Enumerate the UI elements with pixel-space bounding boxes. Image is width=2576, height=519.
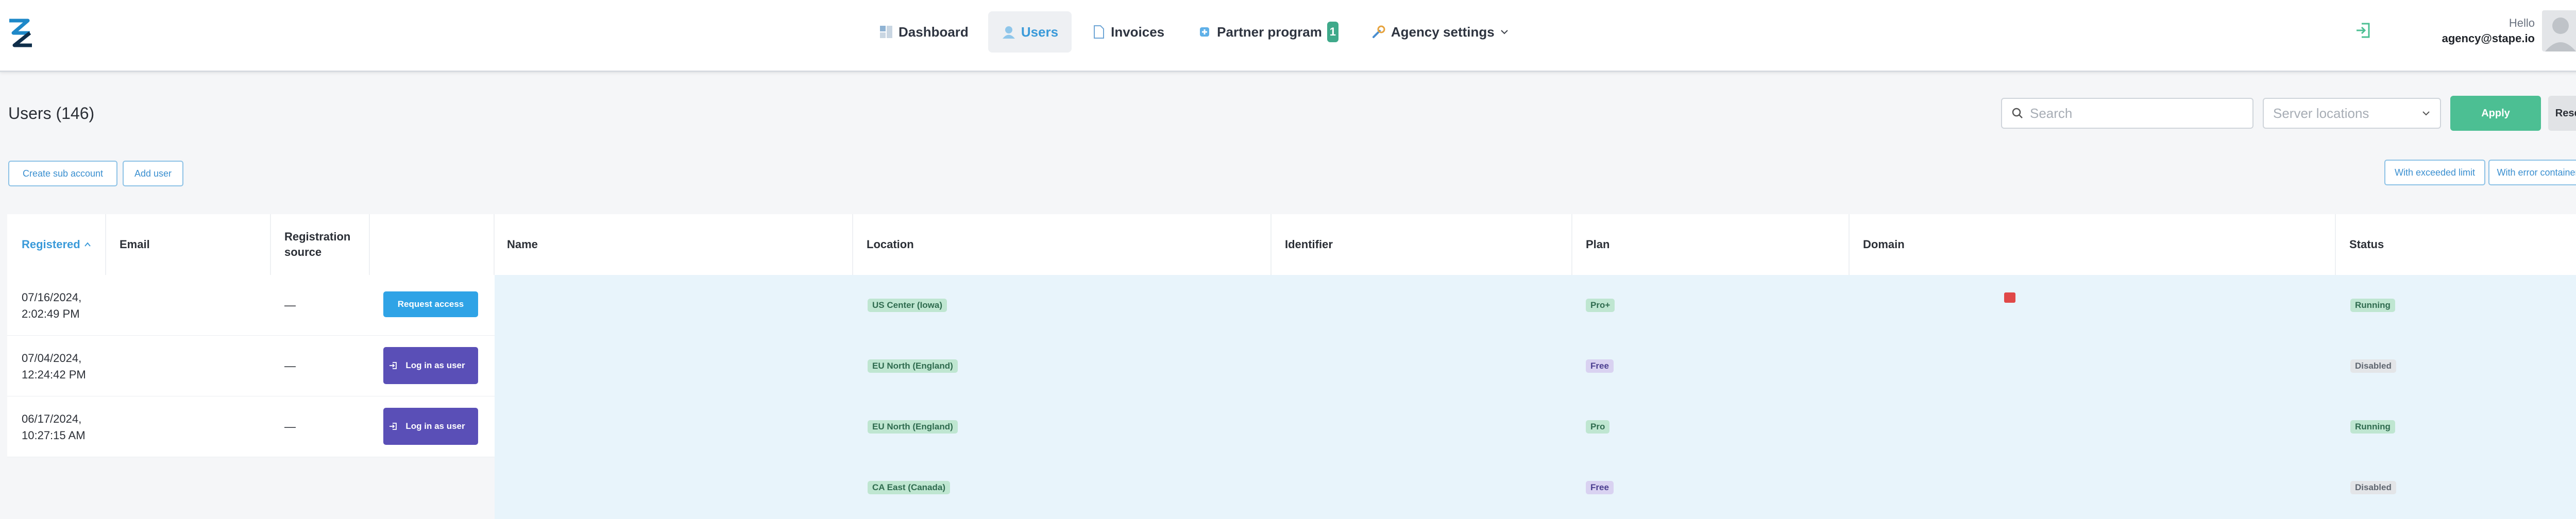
col-email: Email <box>120 238 150 251</box>
location-badge: CA East (Canada) <box>868 481 951 494</box>
user-email[interactable]: agency@stape.io <box>2442 32 2535 45</box>
nav-dashboard[interactable]: Dashboard <box>866 11 982 53</box>
location-badge: EU North (England) <box>868 359 958 373</box>
col-registered[interactable]: Registered <box>22 214 92 275</box>
domain-error-icon[interactable] <box>2004 292 2015 303</box>
column-divider <box>1849 214 1850 275</box>
logout-icon[interactable] <box>2353 21 2373 40</box>
request-access-button[interactable]: Request access <box>383 291 478 317</box>
search-icon <box>2012 108 2023 118</box>
avatar[interactable] <box>2542 10 2576 51</box>
partner-icon <box>1197 25 1212 39</box>
plan-badge: Pro <box>1586 420 1610 434</box>
status-badge: Running <box>2350 420 2395 434</box>
registered-date: 07/16/2024, 2:02:49 PM <box>22 289 145 322</box>
nav-agency-settings[interactable]: Agency settings <box>1358 11 1522 53</box>
top-header: Dashboard Users Invoices Partner program… <box>0 0 2576 72</box>
col-location: Location <box>867 238 914 251</box>
col-registration-source: Registration source <box>284 230 351 258</box>
stape-logo[interactable] <box>7 18 34 47</box>
registered-time-line2: 12:24:42 PM <box>22 368 86 381</box>
col-status: Status <box>2349 238 2384 251</box>
registered-date: 06/17/2024, 10:27:15 AM <box>22 411 145 444</box>
column-divider <box>852 214 853 275</box>
column-divider <box>369 214 370 275</box>
registered-time-line2: 10:27:15 AM <box>22 429 86 442</box>
server-locations-placeholder: Server locations <box>2273 105 2369 121</box>
create-sub-account-button[interactable]: Create sub account <box>8 161 117 186</box>
col-registered-label: Registered <box>22 238 80 251</box>
col-domain: Domain <box>1863 238 1905 251</box>
column-divider <box>1270 214 1272 275</box>
nav-dashboard-label: Dashboard <box>899 24 969 40</box>
add-user-button[interactable]: Add user <box>123 161 183 186</box>
main-nav: Dashboard Users Invoices Partner program… <box>866 11 1529 53</box>
chevron-down-icon <box>1501 30 1508 34</box>
location-badge: EU North (England) <box>868 420 958 434</box>
registered-date-line1: 07/04/2024, <box>22 352 82 365</box>
search-box[interactable] <box>2001 98 2253 129</box>
plan-badge: Pro+ <box>1586 299 1615 312</box>
status-badge: Disabled <box>2350 359 2396 373</box>
registration-source: — <box>284 420 296 433</box>
nav-invoices[interactable]: Invoices <box>1078 11 1178 53</box>
login-as-user-label: Log in as user <box>405 421 465 431</box>
invoice-icon <box>1091 25 1106 39</box>
login-as-user-label: Log in as user <box>405 360 465 370</box>
page-title: Users (146) <box>8 104 95 123</box>
location-badge: US Center (Iowa) <box>868 299 947 312</box>
column-divider <box>270 214 271 275</box>
login-as-user-button[interactable]: Log in as user <box>383 347 478 384</box>
status-badge: Running <box>2350 299 2395 312</box>
status-badge: Disabled <box>2350 481 2396 494</box>
chevron-down-icon <box>2422 111 2430 116</box>
nav-partner-label: Partner program <box>1217 24 1322 40</box>
plan-badge: Free <box>1586 481 1614 494</box>
reset-button[interactable]: Reset <box>2548 96 2576 131</box>
users-icon <box>1002 25 1016 39</box>
dashboard-icon <box>879 25 893 39</box>
apply-button[interactable]: Apply <box>2450 96 2541 131</box>
column-divider <box>494 214 495 275</box>
column-divider <box>2335 214 2336 275</box>
registration-source: — <box>284 359 296 372</box>
table-body-scroll-area <box>495 275 2576 519</box>
server-locations-select[interactable]: Server locations <box>2263 98 2441 129</box>
table-header: Registered Email Registration source Nam… <box>7 214 2576 275</box>
col-identifier: Identifier <box>1285 238 1333 251</box>
partner-count-badge: 1 <box>1327 22 1338 42</box>
nav-partner-program[interactable]: Partner program 1 <box>1184 11 1352 53</box>
column-divider <box>105 214 106 275</box>
with-error-containers-button[interactable]: With error containers <box>2488 160 2576 185</box>
plan-badge: Free <box>1586 359 1614 373</box>
wrench-icon <box>1371 25 1386 39</box>
login-as-user-button[interactable]: Log in as user <box>383 408 478 445</box>
registration-source: — <box>284 299 296 312</box>
login-icon <box>389 423 397 430</box>
table-row[interactable]: 06/17/2024, 10:27:15 AM — Log in as user <box>7 396 495 457</box>
user-silhouette-icon <box>2545 18 2576 51</box>
registered-date: 07/04/2024, 12:24:42 PM <box>22 350 145 383</box>
nav-users-label: Users <box>1021 24 1059 40</box>
nav-users[interactable]: Users <box>988 11 1072 53</box>
table-row[interactable]: 07/04/2024, 12:24:42 PM — Log in as user <box>7 336 495 396</box>
hello-label: Hello <box>2509 16 2535 29</box>
nav-agency-label: Agency settings <box>1391 24 1495 40</box>
registered-date-line1: 07/16/2024, <box>22 291 82 304</box>
col-name: Name <box>507 238 538 251</box>
nav-invoices-label: Invoices <box>1111 24 1165 40</box>
table-row[interactable]: 07/16/2024, 2:02:49 PM — Request access <box>7 275 495 336</box>
search-input[interactable] <box>2030 105 2236 122</box>
registered-date-line1: 06/17/2024, <box>22 412 82 425</box>
col-plan: Plan <box>1586 238 1610 251</box>
column-divider <box>1571 214 1572 275</box>
with-exceeded-limit-button[interactable]: With exceeded limit <box>2384 160 2485 185</box>
registered-time-line2: 2:02:49 PM <box>22 307 80 320</box>
sort-asc-icon <box>84 242 91 247</box>
login-icon <box>389 362 397 369</box>
